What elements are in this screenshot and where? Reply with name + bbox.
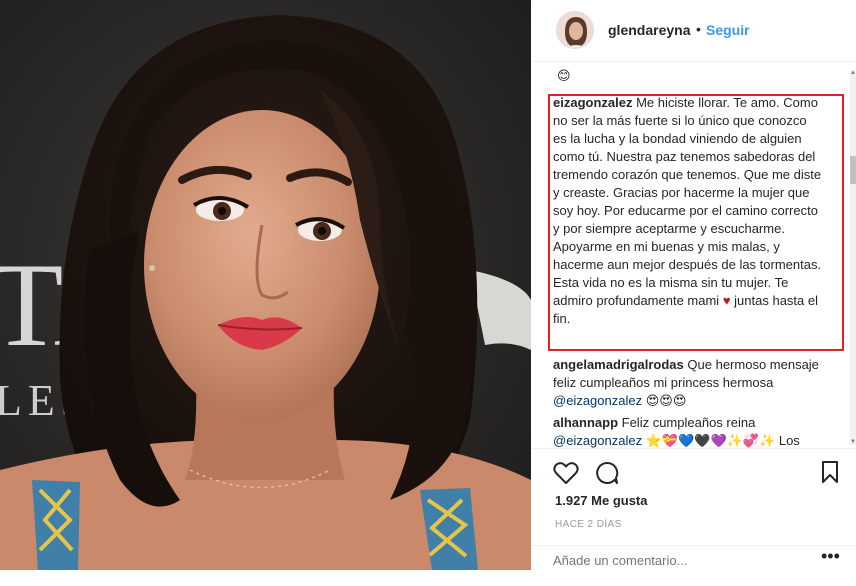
scroll-thumb[interactable] <box>850 156 856 184</box>
post-header: glendareyna • Seguir <box>531 0 856 62</box>
username[interactable]: glendareyna <box>608 22 690 38</box>
bookmark-icon[interactable] <box>821 461 839 488</box>
add-comment-bar: ••• <box>531 545 856 571</box>
separator-dot: • <box>696 21 701 37</box>
comment-item: eizagonzalez Me hiciste llorar. Te amo. … <box>553 94 823 328</box>
likes-count[interactable]: 1.927 Me gusta <box>555 493 648 508</box>
more-options-icon[interactable]: ••• <box>821 547 840 565</box>
comment-text-end: Los <box>778 433 800 448</box>
previous-comment-fragment: 😊 <box>557 68 571 83</box>
comment-text: Me hiciste llorar. Te amo. Como no ser l… <box>553 95 822 308</box>
comment-username[interactable]: angelamadrigalrodas <box>553 357 684 372</box>
comment-item: alhannapp Feliz cumpleaños reina @eizago… <box>553 414 825 448</box>
comments-list[interactable]: 😊 eizagonzalez Me hiciste llorar. Te amo… <box>531 62 851 448</box>
post-photo[interactable]: TA LES <box>0 0 531 570</box>
comment-text: Feliz cumpleaños reina <box>621 415 756 430</box>
comments-scrollbar[interactable]: ▲ ▼ <box>850 70 856 445</box>
post-timestamp[interactable]: HACE 2 DÍAS <box>555 519 622 530</box>
comment-emoji: 😍😍😍 <box>645 393 687 408</box>
page-bottom-strip <box>0 570 856 586</box>
comment-emoji: ⭐💝💙🖤💜✨💞✨ <box>645 433 776 448</box>
comment-username[interactable]: alhannapp <box>553 415 618 430</box>
portrait-image: TA LES <box>0 0 531 570</box>
scroll-up-arrow-icon[interactable]: ▲ <box>850 70 856 76</box>
heart-icon[interactable] <box>553 461 579 490</box>
comment-username[interactable]: eizagonzalez <box>553 95 632 110</box>
post-actions: 1.927 Me gusta HACE 2 DÍAS ••• <box>531 448 856 570</box>
comment-mention[interactable]: @eizagonzalez <box>553 393 642 408</box>
avatar[interactable] <box>556 11 594 49</box>
comment-mention[interactable]: @eizagonzalez <box>553 433 642 448</box>
follow-button[interactable]: Seguir <box>706 22 750 38</box>
add-comment-input[interactable] <box>553 553 793 568</box>
comment-item: angelamadrigalrodas Que hermoso mensaje … <box>553 356 825 410</box>
comment-icon[interactable] <box>595 461 619 490</box>
scroll-down-arrow-icon[interactable]: ▼ <box>850 439 856 445</box>
heart-emoji: ♥ <box>722 293 731 308</box>
post-side-panel: glendareyna • Seguir 😊 eizagonzalez Me h… <box>531 0 856 570</box>
